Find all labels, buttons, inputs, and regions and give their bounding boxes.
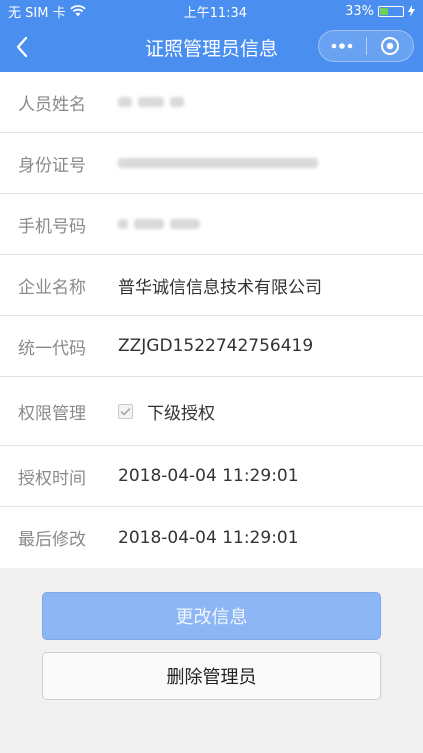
edit-info-button[interactable]: 更改信息 (42, 592, 381, 640)
status-right: 33% (345, 4, 415, 19)
id-value-masked (118, 158, 318, 168)
code-value: ZZJGD1522742756419 (118, 336, 314, 356)
perm-label: 权限管理 (18, 403, 86, 424)
delete-admin-button[interactable]: 删除管理员 (42, 652, 381, 700)
modified-value: 2018-04-04 11:29:01 (118, 527, 299, 548)
id-label: 身份证号 (18, 155, 86, 176)
chevron-left-icon (16, 36, 28, 58)
phone-value-masked (118, 219, 200, 229)
row-auth-time: 授权时间 2018-04-04 11:29:01 (0, 446, 423, 507)
carrier-text: 无 SIM 卡 (8, 5, 66, 21)
row-last-modified: 最后修改 2018-04-04 11:29:01 (0, 507, 423, 568)
back-button[interactable] (2, 27, 42, 67)
wifi-icon (69, 5, 86, 17)
status-left: 无 SIM 卡 (8, 2, 86, 21)
status-bar: 无 SIM 卡 上午11:34 33% (0, 0, 423, 22)
code-label: 统一代码 (18, 338, 86, 359)
row-phone: 手机号码 (0, 194, 423, 255)
perm-value: 下级授权 (147, 403, 215, 424)
row-unified-code: 统一代码 ZZJGD1522742756419 (0, 316, 423, 377)
company-value: 普华诚信信息技术有限公司 (118, 277, 322, 298)
more-dots-icon (331, 43, 353, 49)
charging-icon (407, 5, 415, 17)
header: 无 SIM 卡 上午11:34 33% 证照管理员信息 (0, 0, 423, 72)
name-value-masked (118, 97, 184, 107)
battery-icon (377, 5, 404, 17)
auth-time-value: 2018-04-04 11:29:01 (118, 466, 299, 486)
battery-percent: 33% (345, 3, 374, 19)
modified-label: 最后修改 (18, 530, 86, 550)
close-target-icon (380, 37, 399, 55)
more-button[interactable] (319, 31, 366, 61)
row-permission: 权限管理 下级授权 (0, 377, 423, 446)
close-button[interactable] (367, 31, 414, 61)
row-id-number: 身份证号 (0, 133, 423, 194)
name-label: 人员姓名 (18, 94, 86, 115)
auth-time-label: 授权时间 (18, 468, 86, 489)
row-company: 企业名称 普华诚信信息技术有限公司 (0, 255, 423, 316)
phone-label: 手机号码 (18, 216, 86, 237)
nav-bar: 证照管理员信息 (0, 22, 423, 72)
checkmark-icon (120, 407, 131, 416)
perm-option: 下级授权 (118, 399, 215, 424)
info-list: 人员姓名 身份证号 手机号码 企业名称 普华诚信信息技术有限公司 统一代码 ZZ… (0, 72, 423, 568)
perm-checkbox[interactable] (118, 403, 133, 419)
action-buttons: 更改信息 删除管理员 (0, 568, 423, 700)
row-name: 人员姓名 (0, 72, 423, 133)
company-label: 企业名称 (18, 277, 86, 298)
status-time: 上午11:34 (183, 5, 248, 21)
mini-program-capsule (318, 30, 414, 62)
